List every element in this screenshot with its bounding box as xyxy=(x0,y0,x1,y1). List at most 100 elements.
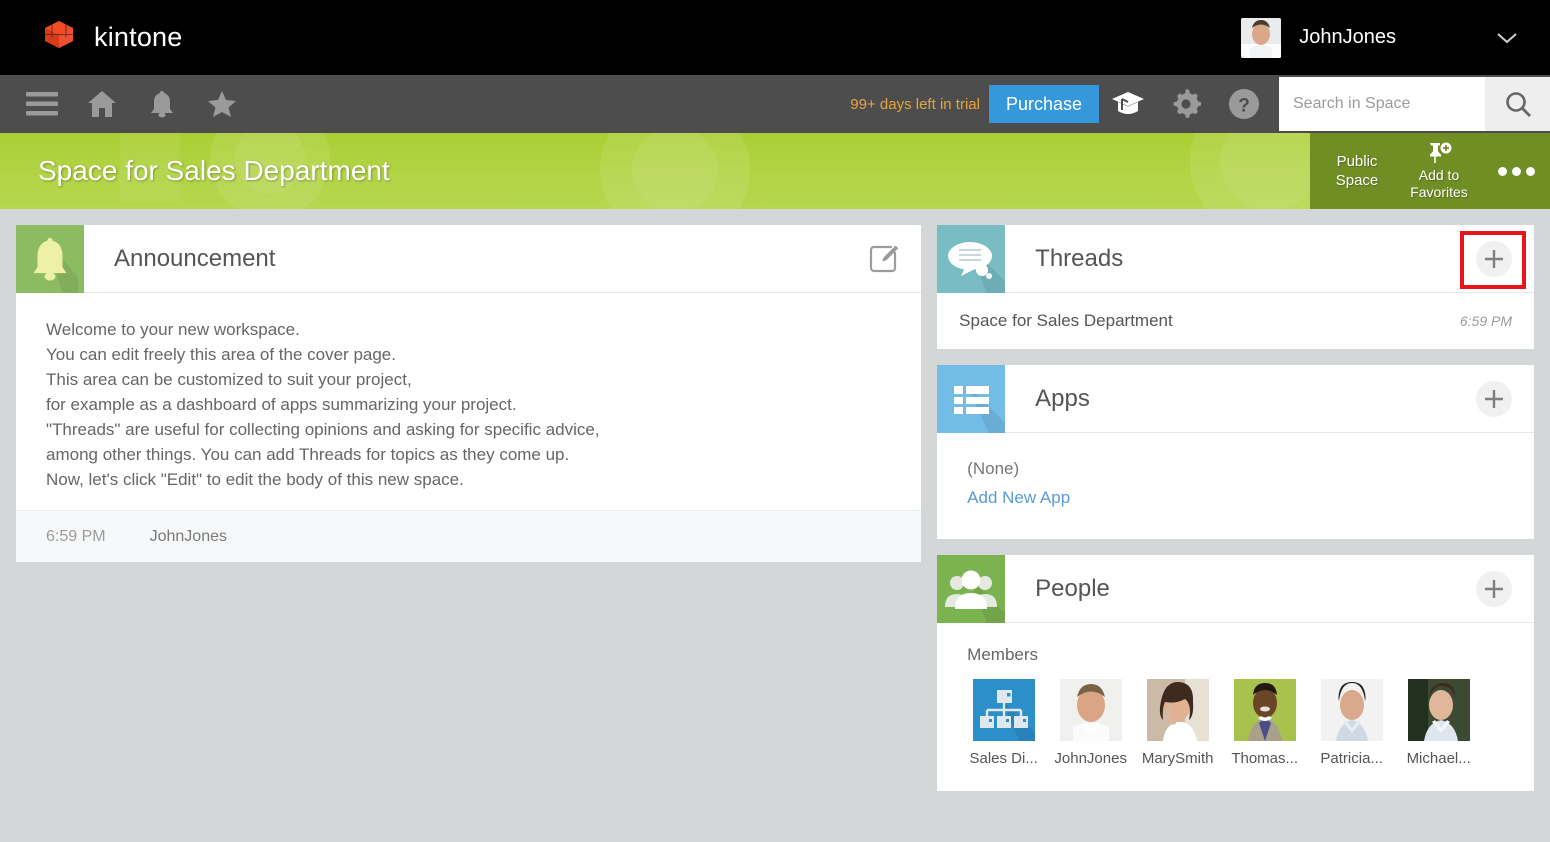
member-name: MarySmith xyxy=(1142,750,1214,767)
announcement-line: among other things. You can add Threads … xyxy=(46,442,891,467)
brand[interactable]: kintone xyxy=(38,21,182,55)
more-options-button[interactable] xyxy=(1486,167,1546,176)
announcement-card: Announcement Welcome to your new workspa… xyxy=(16,225,921,562)
list-item[interactable]: Thomas... xyxy=(1228,679,1301,767)
threads-card: Threads Space for Sales Department 6:59 … xyxy=(937,225,1534,349)
announcement-line: for example as a dashboard of apps summa… xyxy=(46,392,891,417)
people-header: People xyxy=(937,555,1534,623)
dot-icon xyxy=(1498,167,1507,176)
apps-card: Apps (None) Add New App xyxy=(937,365,1534,539)
add-new-app-link[interactable]: Add New App xyxy=(967,483,1070,513)
people-body: Members xyxy=(937,623,1534,791)
thread-list-item[interactable]: Space for Sales Department 6:59 PM xyxy=(937,293,1534,349)
announcement-time: 6:59 PM xyxy=(46,528,106,546)
search-area xyxy=(1279,75,1550,133)
public-space-line2: Space xyxy=(1322,171,1392,190)
chevron-down-icon xyxy=(1496,32,1518,44)
gear-icon xyxy=(1171,89,1201,119)
apps-empty-text: (None) xyxy=(967,455,1534,483)
left-column: Announcement Welcome to your new workspa… xyxy=(16,225,921,562)
avatar xyxy=(1241,18,1281,58)
announcement-header: Announcement xyxy=(16,225,921,293)
add-app-button[interactable] xyxy=(1476,381,1512,417)
announcement-bell-icon xyxy=(16,225,84,293)
list-item[interactable]: Sales Di... xyxy=(967,679,1040,767)
public-space-label: Public Space xyxy=(1322,152,1392,190)
home-button[interactable] xyxy=(72,75,132,133)
kintone-logo-icon xyxy=(38,21,80,55)
list-item[interactable]: Michael... xyxy=(1402,679,1475,767)
apps-list-icon xyxy=(937,365,1005,433)
space-title-area: Space for Sales Department xyxy=(0,133,1310,209)
member-name: JohnJones xyxy=(1054,750,1127,767)
brand-name: kintone xyxy=(94,22,182,53)
members-label: Members xyxy=(967,645,1534,665)
avatar xyxy=(1060,679,1122,741)
public-space-line1: Public xyxy=(1322,152,1392,171)
home-icon xyxy=(87,90,117,118)
pin-add-icon xyxy=(1425,142,1453,164)
star-icon xyxy=(207,90,237,118)
page-title: Space for Sales Department xyxy=(38,155,390,187)
user-name: JohnJones xyxy=(1299,26,1396,49)
dot-icon xyxy=(1526,167,1535,176)
member-name: Michael... xyxy=(1407,750,1471,767)
notifications-button[interactable] xyxy=(132,75,192,133)
announcement-footer: 6:59 PM JohnJones xyxy=(16,510,921,562)
announcement-line: Welcome to your new workspace. xyxy=(46,317,891,342)
avatar xyxy=(1147,679,1209,741)
add-person-button[interactable] xyxy=(1476,571,1512,607)
space-header: Space for Sales Department Public Space … xyxy=(0,133,1550,209)
people-group-icon xyxy=(937,555,1005,623)
group-avatar xyxy=(973,679,1035,741)
search-button[interactable] xyxy=(1485,77,1550,131)
favorites-label: Add to Favorites xyxy=(1410,167,1468,201)
toolbar-right: 99+ days left in trial Purchase ? xyxy=(850,75,1550,133)
add-thread-button[interactable] xyxy=(1476,241,1512,277)
announcement-author[interactable]: JohnJones xyxy=(150,528,227,546)
announcement-body: Welcome to your new workspace. You can e… xyxy=(16,293,921,510)
purchase-button[interactable]: Purchase xyxy=(989,85,1099,123)
help-button[interactable]: ? xyxy=(1215,75,1273,133)
right-column: Threads Space for Sales Department 6:59 … xyxy=(937,225,1534,791)
app-root: kintone JohnJones xyxy=(0,0,1550,842)
member-name: Thomas... xyxy=(1231,750,1298,767)
announcement-line: Now, let's click "Edit" to edit the body… xyxy=(46,467,891,492)
thread-time: 6:59 PM xyxy=(1460,313,1512,329)
graduation-cap-icon xyxy=(1111,90,1145,118)
user-menu-toggle[interactable] xyxy=(1464,32,1550,44)
add-to-favorites-button[interactable]: Add to Favorites xyxy=(1392,142,1486,201)
settings-button[interactable] xyxy=(1157,75,1215,133)
avatar xyxy=(1234,679,1296,741)
threads-header: Threads xyxy=(937,225,1534,293)
favorites-button[interactable] xyxy=(192,75,252,133)
learning-button[interactable] xyxy=(1099,75,1157,133)
user-menu[interactable]: JohnJones xyxy=(1241,18,1550,58)
trial-status: 99+ days left in trial xyxy=(850,96,980,113)
search-input[interactable] xyxy=(1279,77,1485,131)
announcement-line: "Threads" are useful for collecting opin… xyxy=(46,417,891,442)
menu-button[interactable] xyxy=(12,75,72,133)
edit-announcement-button[interactable] xyxy=(869,244,899,274)
threads-speech-bubble-icon xyxy=(937,225,1005,293)
favorites-line1: Add to xyxy=(1410,167,1468,184)
top-bar: kintone JohnJones xyxy=(0,0,1550,75)
edit-icon xyxy=(869,244,899,274)
list-item[interactable]: Patricia... xyxy=(1315,679,1388,767)
plus-icon xyxy=(1476,241,1512,277)
apps-title: Apps xyxy=(1035,385,1090,413)
plus-icon xyxy=(1476,571,1512,607)
decor-circle xyxy=(632,133,718,209)
announcement-line: This area can be customized to suit your… xyxy=(46,367,891,392)
threads-title: Threads xyxy=(1035,245,1123,273)
apps-body: (None) Add New App xyxy=(937,433,1534,539)
main-content: Announcement Welcome to your new workspa… xyxy=(0,209,1550,807)
dot-icon xyxy=(1512,167,1521,176)
list-item[interactable]: MarySmith xyxy=(1141,679,1214,767)
main-toolbar: 99+ days left in trial Purchase ? xyxy=(0,75,1550,133)
member-name: Sales Di... xyxy=(969,750,1037,767)
announcement-title: Announcement xyxy=(114,245,275,273)
search-icon xyxy=(1504,90,1532,118)
list-item[interactable]: JohnJones xyxy=(1054,679,1127,767)
bell-icon xyxy=(149,90,175,118)
